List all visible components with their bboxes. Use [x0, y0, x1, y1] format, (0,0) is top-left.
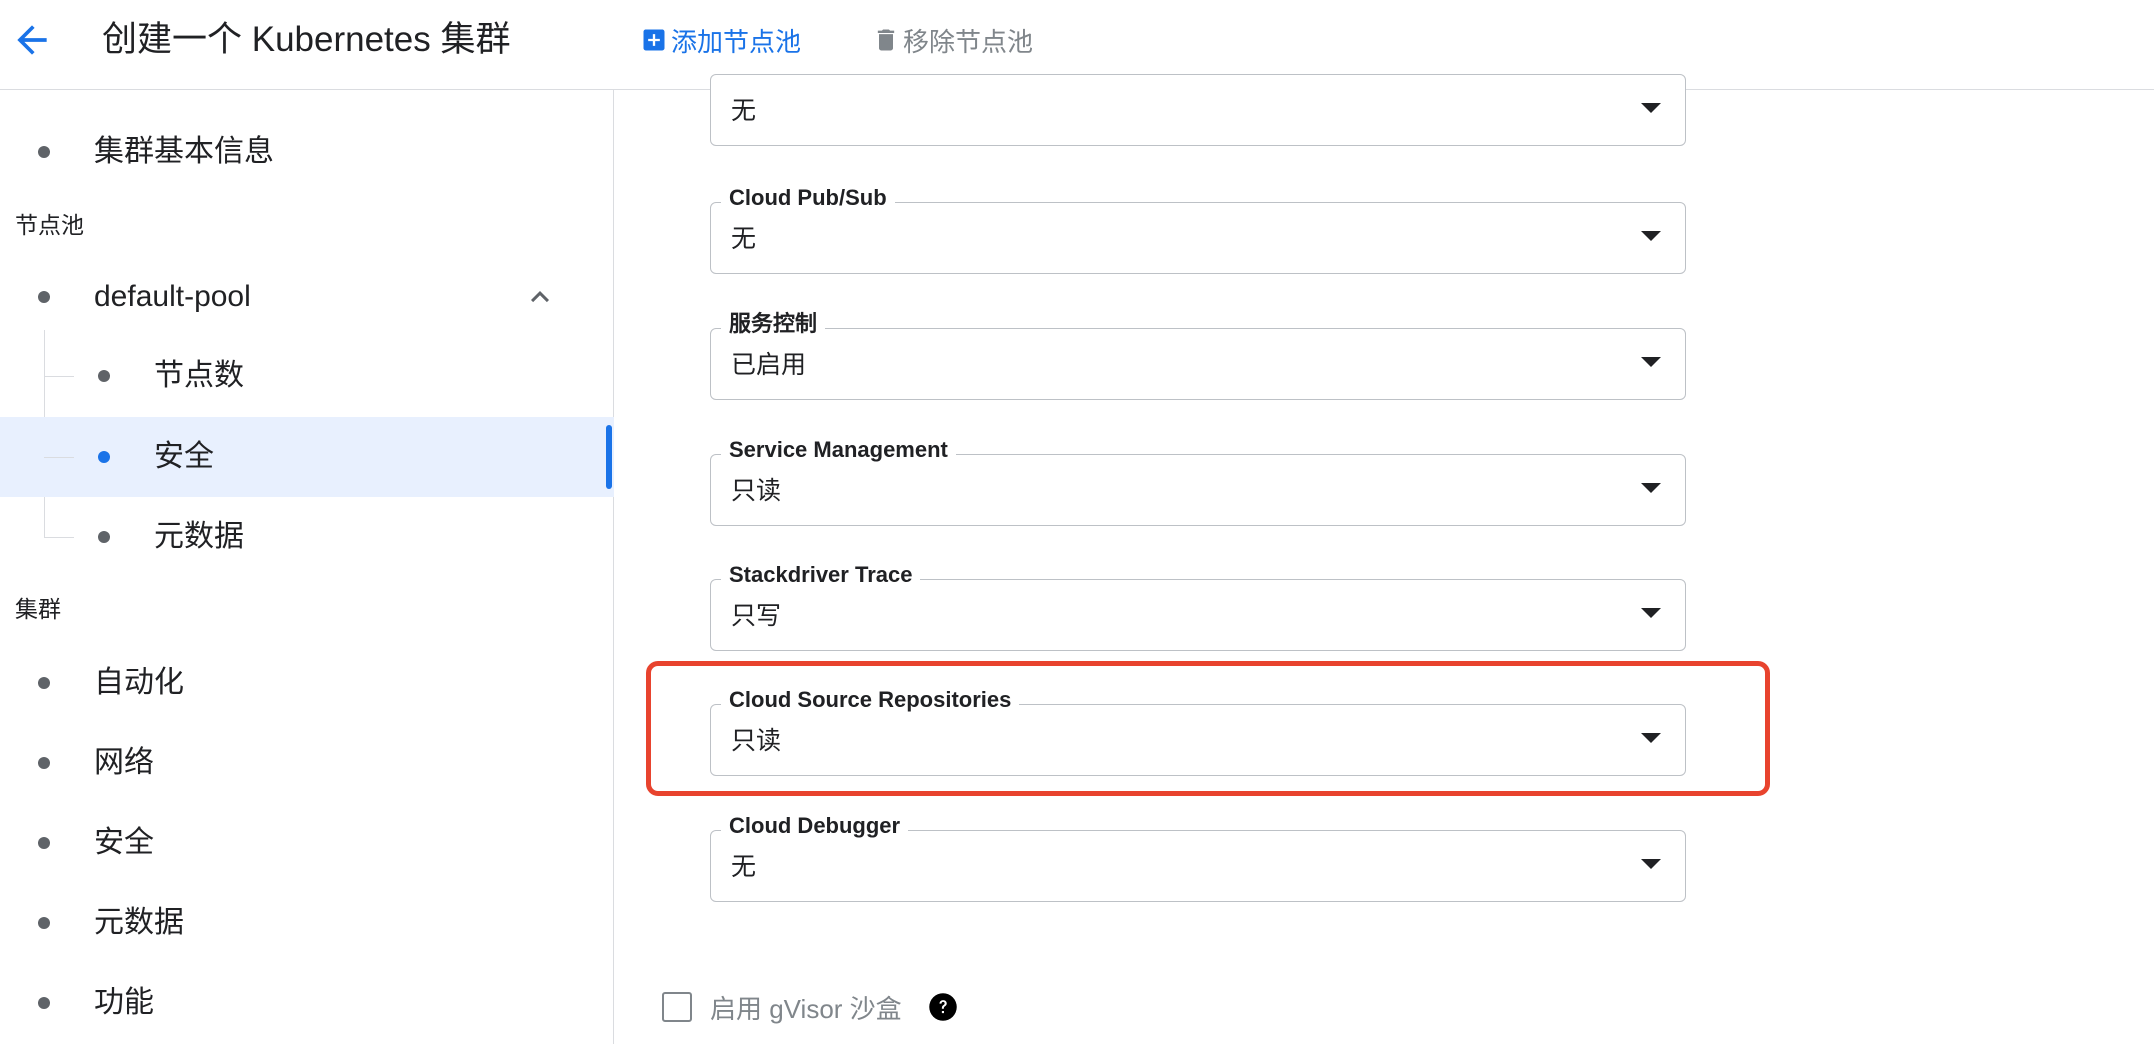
cloud-debugger-select[interactable]: Cloud Debugger 无 — [710, 812, 1686, 902]
sidebar-item-cluster-basics[interactable]: 集群基本信息 — [0, 112, 614, 192]
stackdriver-trace-select[interactable]: Stackdriver Trace 只写 — [710, 561, 1686, 651]
sidebar-item-label: 元数据 — [154, 520, 244, 553]
dropdown-arrow-icon — [1641, 608, 1661, 618]
field-label: Cloud Source Repositories — [721, 686, 1020, 714]
field-label: Cloud Pub/Sub — [721, 184, 895, 212]
bullet-dot-icon — [38, 997, 50, 1009]
bullet-dot-icon — [38, 677, 50, 689]
sidebar-item-label: 集群基本信息 — [94, 135, 274, 168]
sidebar-item-networking[interactable]: 网络 — [0, 723, 614, 803]
bullet-dot-icon — [38, 757, 50, 769]
sidebar-item-label: 安全 — [154, 440, 214, 473]
active-indicator — [606, 425, 612, 489]
field-label: Stackdriver Trace — [721, 561, 921, 589]
cloud-source-repositories-select[interactable]: Cloud Source Repositories 只读 — [710, 686, 1686, 776]
sidebar-item-label: 网络 — [94, 746, 154, 779]
bullet-dot-icon — [38, 146, 50, 158]
field-label: 服务控制 — [721, 310, 826, 338]
select-value: 无 — [731, 97, 757, 125]
bullet-dot-icon — [38, 291, 50, 303]
bullet-dot-icon — [38, 837, 50, 849]
help-icon[interactable] — [928, 992, 958, 1022]
select-value: 已启用 — [731, 351, 807, 379]
page-root: 创建一个 Kubernetes 集群 添加节点池 移除节点池 集群基本信息 节点… — [0, 0, 2154, 1044]
gvisor-option: 启用 gVisor 沙盒 — [662, 990, 958, 1024]
dropdown-arrow-icon — [1641, 733, 1661, 743]
add-box-icon — [643, 29, 665, 51]
sidebar-item-label: 自动化 — [94, 666, 184, 699]
sidebar-item-pool-metadata[interactable]: 元数据 — [0, 497, 614, 577]
bullet-dot-icon — [98, 370, 110, 382]
sidebar-item-default-pool[interactable]: default-pool — [0, 257, 614, 337]
select-value: 只读 — [731, 477, 782, 505]
tree-branch — [44, 457, 74, 458]
dropdown-arrow-icon — [1641, 483, 1661, 493]
add-node-pool-button[interactable]: 添加节点池 — [640, 20, 801, 60]
remove-node-pool-label: 移除节点池 — [903, 26, 1034, 57]
sidebar-nav: 集群基本信息 节点池 default-pool 节点数 安全 元数据 集群 自动… — [0, 90, 614, 1044]
section-title-node-pools: 节点池 — [15, 212, 84, 238]
tree-branch — [44, 537, 74, 538]
sidebar-item-label: default-pool — [94, 280, 251, 313]
gvisor-label: 启用 gVisor 沙盒 — [710, 993, 902, 1024]
select-value: 只读 — [731, 727, 782, 755]
sidebar-item-label: 节点数 — [154, 359, 244, 392]
sidebar-item-pool-security[interactable]: 安全 — [0, 417, 614, 497]
select-value: 无 — [731, 853, 757, 881]
sidebar-item-automation[interactable]: 自动化 — [0, 643, 614, 723]
remove-node-pool-button[interactable]: 移除节点池 — [872, 20, 1033, 60]
bullet-dot-icon — [38, 917, 50, 929]
field-label: Service Management — [721, 436, 956, 464]
sidebar-item-node-count[interactable]: 节点数 — [0, 336, 614, 416]
sidebar-item-features[interactable]: 功能 — [0, 963, 614, 1043]
back-arrow-icon[interactable] — [10, 18, 54, 62]
service-management-select[interactable]: Service Management 只读 — [710, 436, 1686, 526]
select-value: 无 — [731, 225, 757, 253]
gvisor-checkbox[interactable] — [662, 992, 692, 1022]
dropdown-arrow-icon — [1641, 231, 1661, 241]
sidebar-item-cluster-metadata[interactable]: 元数据 — [0, 883, 614, 963]
field-label: Cloud Debugger — [721, 812, 909, 840]
sidebar-item-label: 安全 — [94, 826, 154, 859]
chevron-up-icon[interactable] — [520, 279, 560, 315]
service-control-select[interactable]: 服务控制 已启用 — [710, 310, 1686, 400]
cloud-pubsub-select[interactable]: Cloud Pub/Sub 无 — [710, 184, 1686, 274]
select-value: 只写 — [731, 602, 782, 630]
tree-branch — [44, 376, 74, 377]
trash-icon — [877, 29, 895, 51]
sidebar-item-label: 功能 — [94, 986, 154, 1019]
bullet-dot-icon — [98, 531, 110, 543]
access-scope-select[interactable]: 无 — [710, 74, 1686, 146]
add-node-pool-label: 添加节点池 — [671, 26, 802, 57]
sidebar-item-label: 元数据 — [94, 906, 184, 939]
dropdown-arrow-icon — [1641, 357, 1661, 367]
sidebar-item-cluster-security[interactable]: 安全 — [0, 803, 614, 883]
section-title-cluster: 集群 — [15, 596, 61, 622]
dropdown-arrow-icon — [1641, 859, 1661, 869]
page-title: 创建一个 Kubernetes 集群 — [102, 20, 511, 59]
bullet-dot-icon — [98, 451, 110, 463]
dropdown-arrow-icon — [1641, 103, 1661, 113]
